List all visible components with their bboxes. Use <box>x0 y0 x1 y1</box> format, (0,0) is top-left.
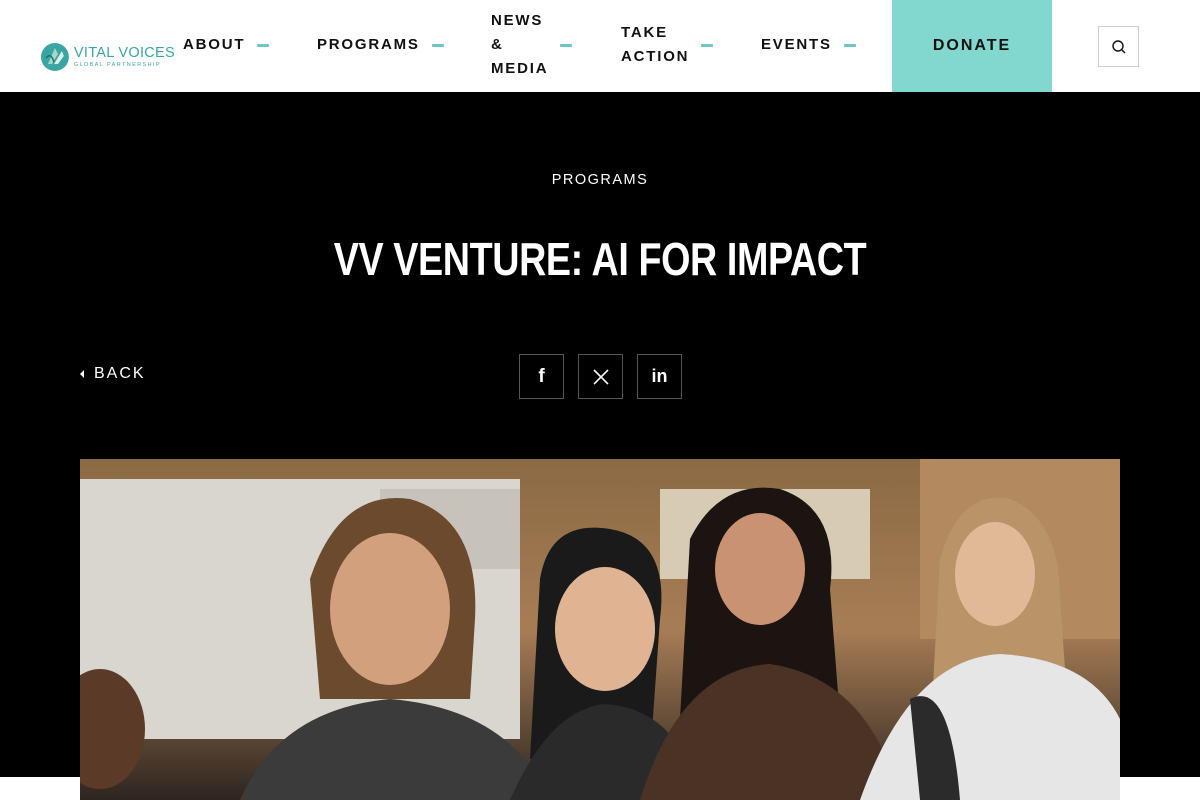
page-bottom-right <box>1120 777 1200 800</box>
nav-news-media-line-1: NEWS <box>491 12 544 29</box>
donate-button[interactable]: DONATE <box>892 0 1052 92</box>
linkedin-icon: in <box>651 366 668 386</box>
page-bottom-left <box>0 777 80 800</box>
logo-mark-icon <box>40 43 69 71</box>
nav-programs-label: PROGRAMS <box>317 36 420 53</box>
nav-take-action[interactable]: TAKE ACTION <box>621 21 714 69</box>
chevron-down-icon <box>431 43 444 47</box>
share-x-button[interactable] <box>578 354 623 399</box>
nav-programs[interactable]: PROGRAMS <box>317 33 444 57</box>
nav-news-media-line-3: MEDIA <box>491 60 549 77</box>
site-header: VITAL VOICES GLOBAL PARTNERSHIP ABOUT PR… <box>0 0 1200 92</box>
back-label: BACK <box>94 365 146 382</box>
nav-events[interactable]: EVENTS <box>761 33 856 57</box>
nav-about[interactable]: ABOUT <box>183 33 270 57</box>
hero-photo <box>80 459 1120 800</box>
chevron-down-icon <box>560 43 573 47</box>
x-twitter-icon <box>592 368 609 385</box>
nav-take-action-line-2: ACTION <box>621 48 690 65</box>
share-linkedin-button[interactable]: in <box>637 354 682 399</box>
back-link[interactable]: BACK <box>80 365 146 383</box>
nav-news-media[interactable]: NEWS & MEDIA <box>491 9 573 81</box>
facebook-icon: f <box>538 365 545 387</box>
chevron-down-icon <box>701 43 714 47</box>
logo[interactable]: VITAL VOICES GLOBAL PARTNERSHIP <box>40 42 175 72</box>
search-button[interactable] <box>1098 26 1139 67</box>
chevron-left-icon <box>80 370 84 378</box>
search-icon <box>1111 39 1125 53</box>
nav-news-media-line-2: & <box>491 36 504 53</box>
category-eyebrow[interactable]: PROGRAMS <box>0 172 1200 188</box>
nav-take-action-line-1: TAKE <box>621 24 668 41</box>
page-title: VV VENTURE: AI FOR IMPACT <box>333 233 867 285</box>
logo-tagline: GLOBAL PARTNERSHIP <box>73 61 162 68</box>
hero-photo-illustration <box>80 459 1120 800</box>
nav-about-label: ABOUT <box>183 36 246 53</box>
chevron-down-icon <box>843 43 856 47</box>
share-facebook-button[interactable]: f <box>519 354 564 399</box>
chevron-down-icon <box>257 43 270 47</box>
logo-name: VITAL VOICES <box>73 44 175 61</box>
nav-events-label: EVENTS <box>761 36 832 53</box>
